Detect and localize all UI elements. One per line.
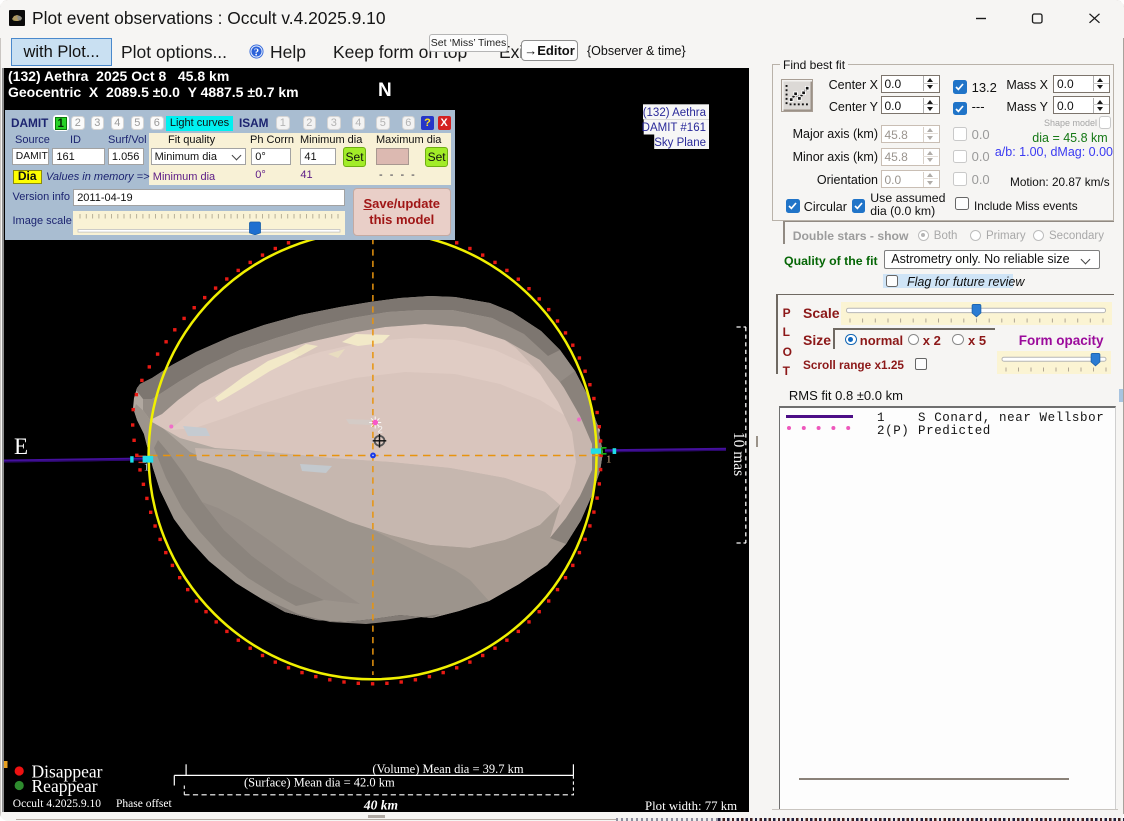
- svg-text:DAMIT #161: DAMIT #161: [642, 122, 706, 134]
- svg-text:1: 1: [606, 454, 612, 466]
- svg-text:40 km: 40 km: [363, 798, 398, 813]
- svg-text:N: N: [378, 80, 392, 101]
- svg-text:Phase offset: Phase offset: [116, 798, 172, 810]
- svg-text:(132) Aethra 2025 Oct 8 45.: (132) Aethra 2025 Oct 8 45.8 km: [8, 68, 229, 84]
- svg-text:Geocentric X 2089.5 ±0.0 Y: Geocentric X 2089.5 ±0.0 Y 4887.5 ±0.7 k…: [8, 84, 299, 100]
- svg-text:Sky Plane: Sky Plane: [654, 137, 706, 149]
- svg-text:E: E: [14, 434, 28, 459]
- svg-text:Occult 4.2025.9.10: Occult 4.2025.9.10: [13, 798, 101, 810]
- svg-text:?: ?: [254, 47, 259, 58]
- svg-text:(Volume) Mean dia = 39.7 km: (Volume) Mean dia = 39.7 km: [372, 762, 524, 776]
- svg-text:(132) Aethra: (132) Aethra: [643, 107, 707, 119]
- svg-text:(Surface) Mean dia = 42.0 km: (Surface) Mean dia = 42.0 km: [244, 776, 395, 790]
- svg-text:Plot width: 77 km: Plot width: 77 km: [645, 799, 737, 812]
- svg-text:Reappear: Reappear: [32, 776, 98, 796]
- svg-text:10 mas: 10 mas: [730, 432, 747, 476]
- svg-text:2: 2: [378, 425, 383, 436]
- svg-text:1: 1: [144, 462, 150, 474]
